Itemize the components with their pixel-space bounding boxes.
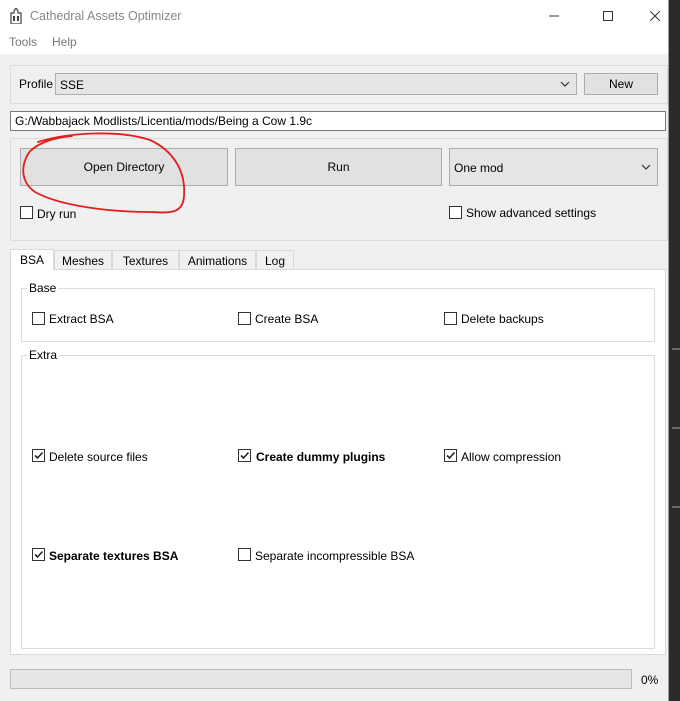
new-profile-button[interactable]: New [584, 73, 658, 95]
delete-source-files-checkbox[interactable] [32, 449, 45, 462]
app-window: Cathedral Assets Optimizer Tools Help Pr… [0, 0, 669, 701]
extract-bsa-checkbox[interactable] [32, 312, 45, 325]
tab-bsa[interactable]: BSA [10, 249, 54, 270]
allow-compression-checkbox[interactable] [444, 449, 457, 462]
maximize-button[interactable] [585, 0, 631, 32]
progress-percent: 0% [641, 673, 659, 687]
cathedral-app-icon [10, 8, 22, 24]
maximize-icon [603, 11, 613, 21]
title-bar: Cathedral Assets Optimizer [0, 0, 668, 32]
extra-legend: Extra [27, 348, 60, 362]
progress-bar [10, 669, 632, 689]
minimize-icon [549, 15, 559, 17]
tab-textures[interactable]: Textures [112, 250, 179, 270]
base-fieldset [21, 288, 655, 342]
minimize-button[interactable] [531, 0, 577, 32]
background-line [672, 506, 680, 508]
mode-select-value: One mod [454, 161, 504, 175]
base-legend: Base [27, 281, 59, 295]
close-icon [650, 11, 660, 21]
separate-incompressible-bsa-label: Separate incompressible BSA [255, 549, 415, 563]
background-line [672, 427, 680, 429]
delete-backups-checkbox[interactable] [444, 312, 457, 325]
extra-fieldset [21, 355, 655, 649]
profile-select[interactable]: SSE [55, 73, 577, 95]
create-bsa-label: Create BSA [255, 312, 319, 326]
directory-path-input[interactable]: G:/Wabbajack Modlists/Licentia/mods/Bein… [10, 111, 666, 131]
allow-compression-label: Allow compression [461, 450, 562, 464]
delete-source-files-label: Delete source files [49, 450, 148, 464]
checkmark-icon [446, 451, 456, 460]
mode-select[interactable]: One mod [449, 148, 658, 186]
create-bsa-checkbox[interactable] [238, 312, 251, 325]
show-advanced-checkbox[interactable] [449, 206, 462, 219]
run-button[interactable]: Run [235, 148, 442, 186]
menu-bar: Tools Help [0, 32, 668, 54]
menu-tools[interactable]: Tools [9, 35, 37, 49]
delete-backups-label: Delete backups [461, 312, 544, 326]
checkmark-icon [34, 550, 44, 559]
create-dummy-plugins-checkbox[interactable] [238, 449, 251, 462]
show-advanced-label: Show advanced settings [466, 206, 597, 220]
separate-incompressible-bsa-checkbox[interactable] [238, 548, 251, 561]
window-title: Cathedral Assets Optimizer [30, 9, 182, 23]
dry-run-label: Dry run [37, 207, 77, 221]
background-line [672, 348, 680, 350]
profile-label: Profile [19, 77, 54, 91]
profile-select-value: SSE [60, 78, 85, 92]
tab-meshes[interactable]: Meshes [54, 250, 112, 270]
checkmark-icon [34, 451, 44, 460]
tab-animations[interactable]: Animations [179, 250, 256, 270]
chevron-down-icon [560, 81, 570, 87]
extract-bsa-label: Extract BSA [49, 312, 114, 326]
open-directory-button[interactable]: Open Directory [20, 148, 228, 186]
tab-log[interactable]: Log [256, 250, 294, 270]
separate-textures-bsa-checkbox[interactable] [32, 548, 45, 561]
background-window-strip [669, 0, 680, 701]
checkmark-icon [240, 451, 250, 460]
chevron-down-icon [641, 164, 651, 170]
menu-help[interactable]: Help [52, 35, 77, 49]
create-dummy-plugins-label: Create dummy plugins [256, 450, 386, 464]
dry-run-checkbox[interactable] [20, 206, 33, 219]
separate-textures-bsa-label: Separate textures BSA [49, 549, 179, 563]
